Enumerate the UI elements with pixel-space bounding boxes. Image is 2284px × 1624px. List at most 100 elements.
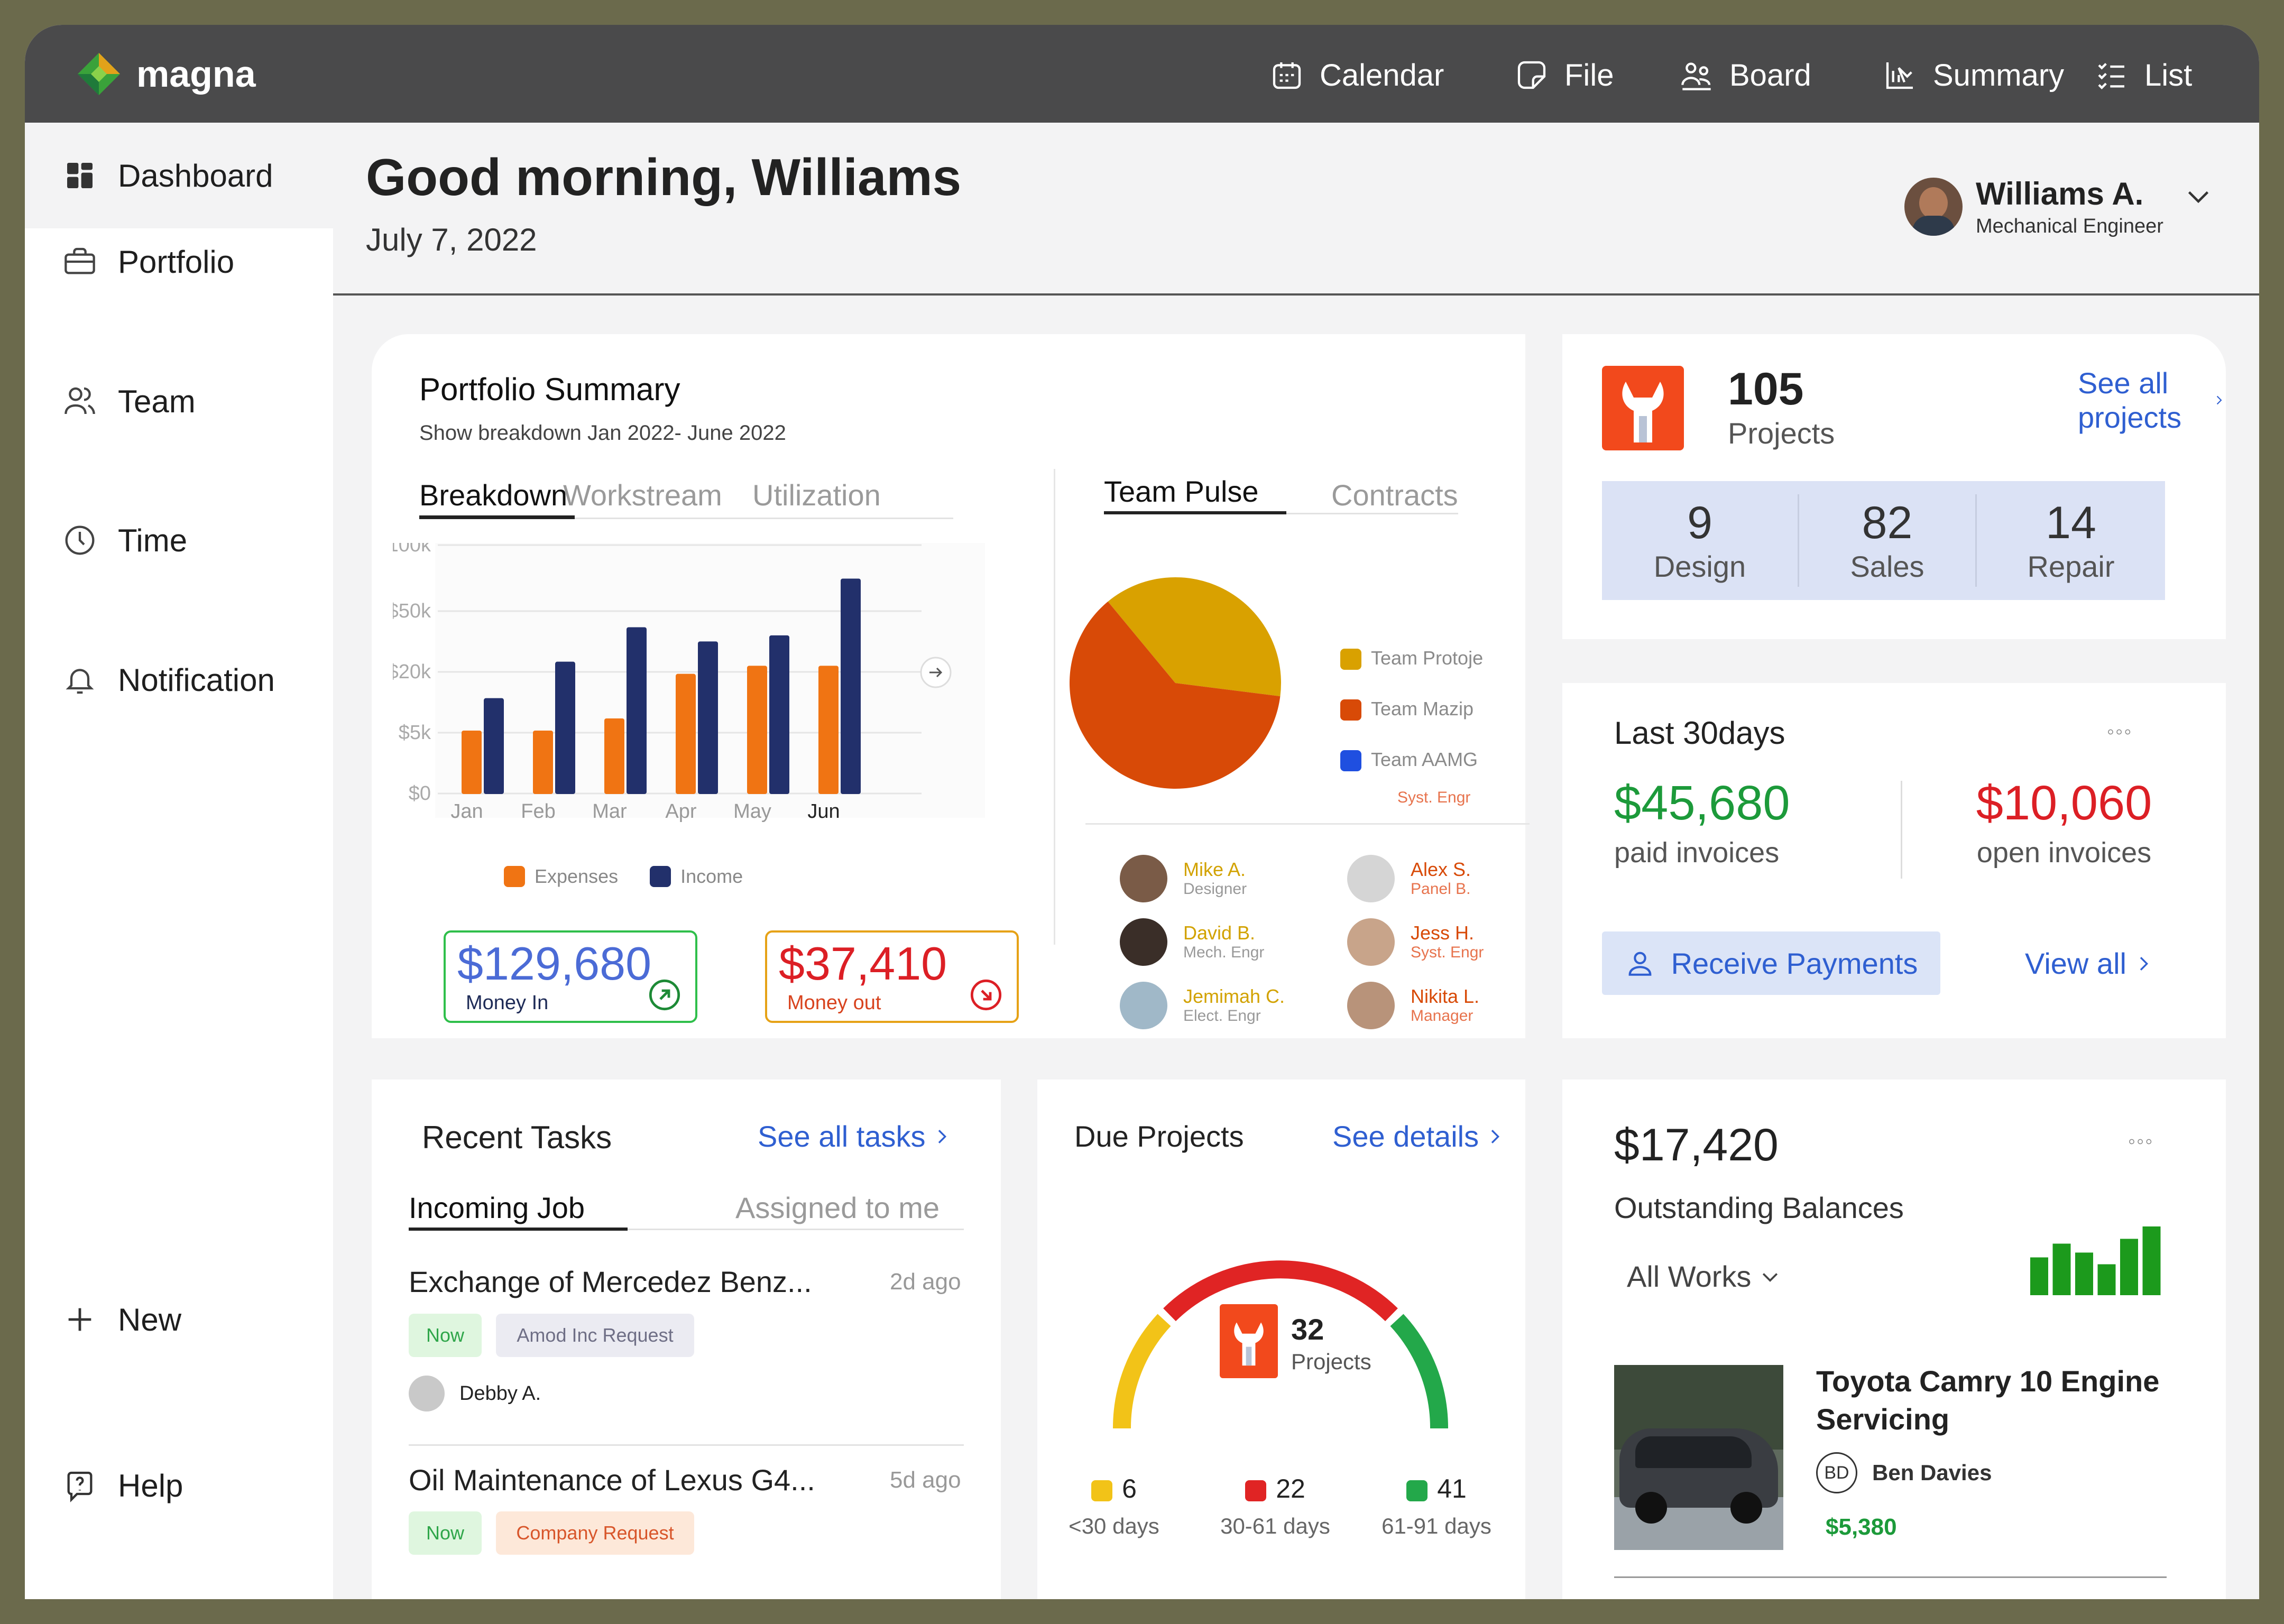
bar-expenses[interactable] [604, 718, 624, 794]
see-details-link[interactable]: See details [1332, 1119, 1505, 1154]
y-tick-label: $50k [393, 600, 431, 622]
task-age: 5d ago [890, 1467, 961, 1493]
nav-file[interactable]: File [1515, 54, 1614, 96]
bucket-value: 41 [1437, 1474, 1467, 1503]
new-label: New [118, 1302, 182, 1337]
team-member[interactable]: Alex S. Panel B. [1347, 855, 1471, 902]
nav-calendar[interactable]: Calendar [1270, 54, 1444, 96]
team-member[interactable]: Nikita L. Manager [1347, 982, 1479, 1029]
bar-income[interactable] [484, 698, 504, 794]
gauge-arc-red [1163, 1260, 1398, 1322]
team-member[interactable]: Mike A. Designer [1120, 855, 1247, 902]
sidebar-item-portfolio[interactable]: Portfolio [25, 209, 333, 315]
member-name: Mike A. [1183, 859, 1246, 880]
due-projects-gauge [1112, 1260, 1449, 1429]
chevron-right-icon [2217, 395, 2222, 405]
sidebar-item-label: Dashboard [118, 158, 273, 193]
pie-legend-item: Team Protoje [1340, 633, 1483, 684]
bar-income[interactable] [627, 627, 647, 795]
bar-income[interactable] [841, 578, 861, 795]
tab-contracts[interactable]: Contracts [1331, 478, 1458, 512]
nav-summary[interactable]: Summary [1883, 54, 2064, 96]
bar-expenses[interactable] [462, 731, 482, 794]
job-title-line: Toyota Camry 10 Engine [1816, 1364, 2160, 1398]
due-bucket[interactable]: 41 61-91 days [1368, 1473, 1505, 1539]
money-in-label: Money In [466, 992, 549, 1014]
gauge-arc-green [1390, 1314, 1449, 1429]
bar-income[interactable] [698, 641, 718, 794]
nav-list[interactable]: List [2095, 54, 2192, 96]
task-title[interactable]: Oil Maintenance of Lexus G4... [409, 1463, 815, 1497]
page-date: July 7, 2022 [366, 222, 537, 257]
mini-bar [2142, 1226, 2161, 1295]
user-menu[interactable]: Williams A. Mechanical Engineer [1904, 176, 2214, 238]
tab-utilization[interactable]: Utilization [752, 478, 881, 512]
task-divider [409, 1444, 964, 1446]
tab-active-indicator [1104, 511, 1286, 514]
bell-icon [66, 669, 94, 694]
due-bucket[interactable]: 22 30-61 days [1207, 1473, 1344, 1539]
page-title: Good morning, Williams [366, 148, 962, 206]
portfolio-summary-card: Portfolio Summary Show breakdown Jan 202… [372, 334, 1530, 1038]
bar-expenses[interactable] [676, 673, 696, 794]
tab-breakdown[interactable]: Breakdown [419, 478, 567, 512]
tab-team-pulse[interactable]: Team Pulse [1104, 474, 1259, 509]
stat-repair[interactable]: 14 Repair [1977, 481, 2165, 600]
tab-incoming-job[interactable]: Incoming Job [409, 1191, 585, 1225]
stat-design[interactable]: 9 Design [1602, 481, 1798, 600]
nav-board[interactable]: Board [1680, 54, 1811, 96]
money-in-value: $129,680 [457, 937, 652, 990]
pie-legend-label: Team Mazip [1371, 698, 1474, 719]
sidebar-item-time[interactable]: Time [25, 487, 333, 593]
sidebar-item-team[interactable]: Team [25, 348, 333, 454]
help-icon [67, 1471, 93, 1502]
pie-legend-item: Team AAMG [1340, 734, 1483, 785]
see-all-projects-link[interactable]: See all projects [2078, 366, 2226, 435]
more-options-icon[interactable]: ◦◦◦ [2128, 1130, 2154, 1154]
bar-income[interactable] [769, 635, 789, 794]
pie-legend-item: Team Mazip [1340, 684, 1483, 734]
more-options-icon[interactable]: ◦◦◦ [2107, 720, 2133, 744]
sidebar-item-notification[interactable]: Notification [25, 627, 333, 733]
bar-expenses[interactable] [533, 731, 553, 794]
sidebar: Dashboard Portfolio Team Time Notificati… [25, 123, 333, 1599]
tab-active-indicator [419, 515, 575, 519]
tab-assigned-to-me[interactable]: Assigned to me [735, 1191, 940, 1225]
pie-legend-label: Team AAMG [1371, 749, 1478, 770]
paid-invoices-value: $45,680 [1614, 776, 1790, 830]
bucket-swatch [1091, 1480, 1113, 1501]
list-icon [2098, 63, 2124, 90]
help-button[interactable]: Help [25, 1448, 333, 1522]
avatar [1904, 178, 1963, 236]
assignee-name: Debby A. [459, 1382, 541, 1405]
file-icon [1517, 61, 1546, 89]
card-divider [1054, 469, 1055, 945]
nav-file-label: File [1564, 58, 1614, 93]
stat-sales[interactable]: 82 Sales [1799, 481, 1975, 600]
works-filter-dropdown[interactable]: All Works [1627, 1259, 1782, 1294]
tab-workstream[interactable]: Workstream [563, 478, 722, 512]
stat-value: 14 [2046, 497, 2096, 548]
last-30-days-card: Last 30days ◦◦◦ $45,680 paid invoices $1… [1562, 683, 2226, 1038]
see-all-tasks-link[interactable]: See all tasks [758, 1119, 952, 1154]
view-all-link[interactable]: View all [2025, 946, 2154, 981]
team-member[interactable]: David B. Mech. Engr [1120, 918, 1264, 966]
brand[interactable]: magna [75, 50, 256, 98]
bar-chart: $0 $5k $20k $50k $100k Jan Feb Mar Apr May Jun [393, 543, 985, 823]
open-invoices-label: open invoices [1976, 837, 2152, 869]
due-bucket[interactable]: 6 <30 days [1061, 1473, 1167, 1539]
receive-payments-button[interactable]: Receive Payments [1602, 931, 1940, 995]
y-tick-label: $0 [409, 782, 431, 805]
new-button[interactable]: New [25, 1282, 333, 1357]
sidebar-item-label: Time [118, 522, 188, 558]
team-member[interactable]: Jemimah C. Elect. Engr [1120, 982, 1285, 1029]
tabs-underline [1286, 513, 1458, 514]
bar-expenses[interactable] [747, 666, 767, 794]
task-title[interactable]: Exchange of Mercedez Benz... [409, 1265, 812, 1299]
job-title[interactable]: Toyota Camry 10 Engine Servicing [1816, 1362, 2159, 1438]
legend-swatch [1340, 750, 1361, 772]
car-image [1614, 1365, 1783, 1550]
bar-expenses[interactable] [818, 666, 839, 794]
bar-income[interactable] [555, 661, 575, 794]
team-member[interactable]: Jess H. Syst. Engr [1347, 918, 1484, 966]
